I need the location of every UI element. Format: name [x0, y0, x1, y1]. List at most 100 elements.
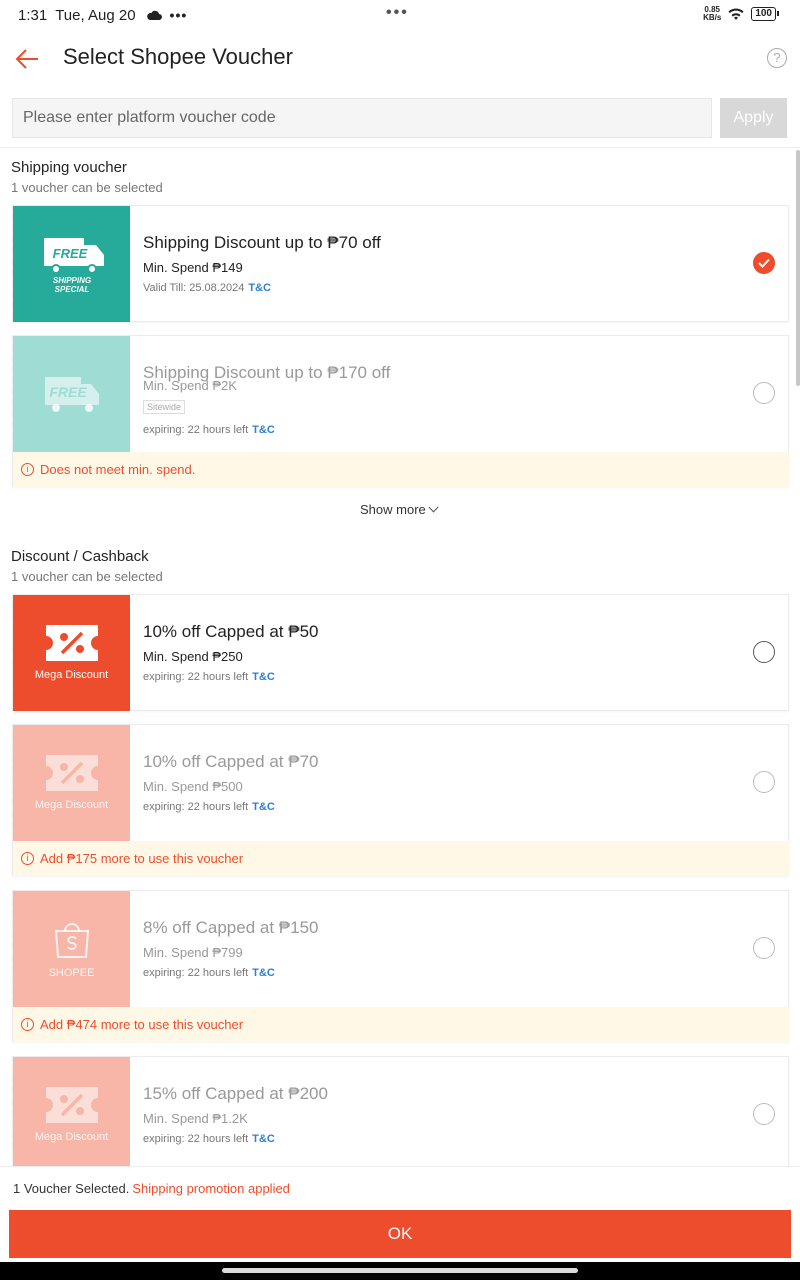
- apply-button[interactable]: Apply: [720, 98, 787, 138]
- free-shipping-truck-icon: FREE: [44, 377, 99, 412]
- chevron-down-icon: [428, 502, 439, 513]
- window-menu-dots[interactable]: •••: [386, 4, 409, 22]
- tnc-link[interactable]: T&C: [252, 671, 275, 683]
- page-title: Select Shopee Voucher: [63, 44, 293, 69]
- voucher-title: 10% off Capped at ₱70: [143, 752, 319, 771]
- warning-text: Add ₱175 more to use this voucher: [40, 851, 244, 866]
- header: Select Shopee Voucher ?: [0, 30, 800, 88]
- voucher-art: Mega Discount: [9, 1057, 130, 1173]
- scrollbar[interactable]: [796, 150, 800, 386]
- art-shipping-text: SHIPPING: [52, 276, 90, 285]
- tnc-link[interactable]: T&C: [252, 1133, 275, 1145]
- voucher-expiry-text: expiring: 22 hours left: [143, 671, 249, 683]
- voucher-radio[interactable]: [753, 641, 775, 663]
- voucher-validity-text: expiring: 22 hours left: [143, 424, 249, 436]
- warning-icon: i: [21, 1018, 34, 1031]
- voucher-min-spend: Min. Spend ₱2K: [143, 378, 237, 393]
- battery-icon: 100: [751, 7, 779, 21]
- tnc-link[interactable]: T&C: [252, 801, 275, 813]
- voucher-title: 10% off Capped at ₱50: [143, 622, 319, 641]
- percent-ticket-icon: [45, 1087, 98, 1123]
- art-special-text: SPECIAL: [54, 285, 89, 294]
- voucher-art: FREE: [9, 336, 130, 452]
- shipping-section-title: Shipping voucher: [11, 159, 127, 176]
- shipping-voucher-card[interactable]: FREE Shipping Discount up to ₱170 off Mi…: [9, 335, 789, 487]
- free-shipping-truck-icon: FREE SHIPPING SPECIAL: [43, 238, 104, 294]
- selection-summary: 1 Voucher Selected. Shipping promotion ap…: [13, 1181, 290, 1196]
- sitewide-tag: Sitewide: [143, 400, 186, 414]
- warning-text: Add ₱474 more to use this voucher: [40, 1017, 244, 1032]
- voucher-radio[interactable]: [753, 771, 775, 793]
- voucher-title: 8% off Capped at ₱150: [143, 918, 319, 937]
- tnc-link[interactable]: T&C: [248, 282, 271, 294]
- voucher-expiry: expiring: 22 hours left T&C: [143, 801, 275, 813]
- voucher-title: 15% off Capped at ₱200: [143, 1084, 328, 1103]
- status-notification-dots: •••: [169, 7, 188, 23]
- voucher-radio-checked[interactable]: [753, 252, 775, 274]
- divider: [0, 147, 800, 148]
- voucher-art-label: Mega Discount: [34, 669, 109, 681]
- voucher-min-spend: Min. Spend ₱500: [143, 779, 243, 794]
- voucher-expiry-text: expiring: 22 hours left: [143, 801, 249, 813]
- network-speed: 0.85 KB/s: [703, 6, 721, 22]
- voucher-art: Mega Discount: [9, 595, 130, 711]
- show-more-button[interactable]: Show more: [360, 502, 439, 517]
- voucher-code-input[interactable]: [12, 98, 712, 138]
- shipping-voucher-card[interactable]: FREE SHIPPING SPECIAL Shipping Discount …: [9, 205, 789, 322]
- discount-section-title: Discount / Cashback: [11, 548, 149, 565]
- voucher-radio[interactable]: [753, 382, 775, 404]
- ok-button[interactable]: OK: [9, 1210, 791, 1258]
- selected-count-text: 1 Voucher Selected.: [13, 1181, 130, 1196]
- voucher-art-label: Mega Discount: [34, 799, 109, 811]
- wifi-icon: [728, 8, 744, 20]
- show-more-label: Show more: [360, 502, 426, 517]
- voucher-min-spend: Min. Spend ₱149: [143, 260, 243, 275]
- voucher-warning: i Does not meet min. spend.: [13, 452, 789, 487]
- percent-ticket-icon: [45, 755, 98, 791]
- speed-unit: KB/s: [703, 13, 722, 22]
- status-time: 1:31: [18, 6, 48, 24]
- discount-section-subtitle: 1 voucher can be selected: [11, 569, 163, 584]
- voucher-warning: i Add ₱474 more to use this voucher: [13, 1007, 789, 1042]
- voucher-expiry: expiring: 22 hours left T&C: [143, 671, 275, 683]
- warning-text: Does not meet min. spend.: [40, 462, 196, 477]
- voucher-art-label: Mega Discount: [34, 1131, 109, 1143]
- tnc-link[interactable]: T&C: [252, 967, 275, 979]
- warning-icon: i: [21, 463, 34, 476]
- voucher-art-label: SHOPEE: [48, 967, 95, 979]
- voucher-min-spend: Min. Spend ₱799: [143, 945, 243, 960]
- art-free-text: FREE: [49, 384, 87, 400]
- voucher-min-spend: Min. Spend ₱250: [143, 649, 243, 664]
- discount-voucher-card[interactable]: Mega Discount 15% off Capped at ₱200 Min…: [9, 1056, 789, 1173]
- voucher-art: Mega Discount: [9, 725, 130, 841]
- percent-ticket-icon: [45, 625, 98, 661]
- system-nav-bar: [0, 1262, 800, 1280]
- status-date: Tue, Aug 20: [55, 6, 136, 24]
- voucher-validity: Valid Till: 25.08.2024 T&C: [143, 282, 271, 294]
- discount-voucher-card[interactable]: SHOPEE 8% off Capped at ₱150 Min. Spend …: [9, 890, 789, 1042]
- voucher-expiry-text: expiring: 22 hours left: [143, 967, 249, 979]
- voucher-validity-text: Valid Till: 25.08.2024: [143, 282, 245, 294]
- voucher-title: Shipping Discount up to ₱70 off: [143, 233, 381, 252]
- voucher-art: SHOPEE: [9, 891, 130, 1007]
- voucher-expiry: expiring: 22 hours left T&C: [143, 1133, 275, 1145]
- status-bar: 1:31 Tue, Aug 20 ••• ••• 0.85 KB/s 100: [0, 0, 800, 30]
- discount-voucher-card[interactable]: Mega Discount 10% off Capped at ₱50 Min.…: [9, 594, 789, 711]
- discount-voucher-card[interactable]: Mega Discount 10% off Capped at ₱70 Min.…: [9, 724, 789, 876]
- home-handle[interactable]: [222, 1268, 578, 1273]
- shopee-bag-icon: [54, 923, 89, 958]
- voucher-validity: expiring: 22 hours left T&C: [143, 424, 275, 436]
- shipping-section-subtitle: 1 voucher can be selected: [11, 180, 163, 195]
- help-icon[interactable]: ?: [767, 48, 787, 68]
- voucher-art: FREE SHIPPING SPECIAL: [9, 206, 130, 322]
- voucher-min-spend: Min. Spend ₱1.2K: [143, 1111, 248, 1126]
- status-right: 0.85 KB/s 100: [703, 6, 779, 22]
- tnc-link[interactable]: T&C: [252, 424, 275, 436]
- back-arrow-icon[interactable]: [14, 46, 40, 72]
- voucher-radio[interactable]: [753, 1103, 775, 1125]
- warning-icon: i: [21, 852, 34, 865]
- check-icon: [758, 258, 770, 268]
- voucher-radio[interactable]: [753, 937, 775, 959]
- voucher-expiry-text: expiring: 22 hours left: [143, 1133, 249, 1145]
- voucher-expiry: expiring: 22 hours left T&C: [143, 967, 275, 979]
